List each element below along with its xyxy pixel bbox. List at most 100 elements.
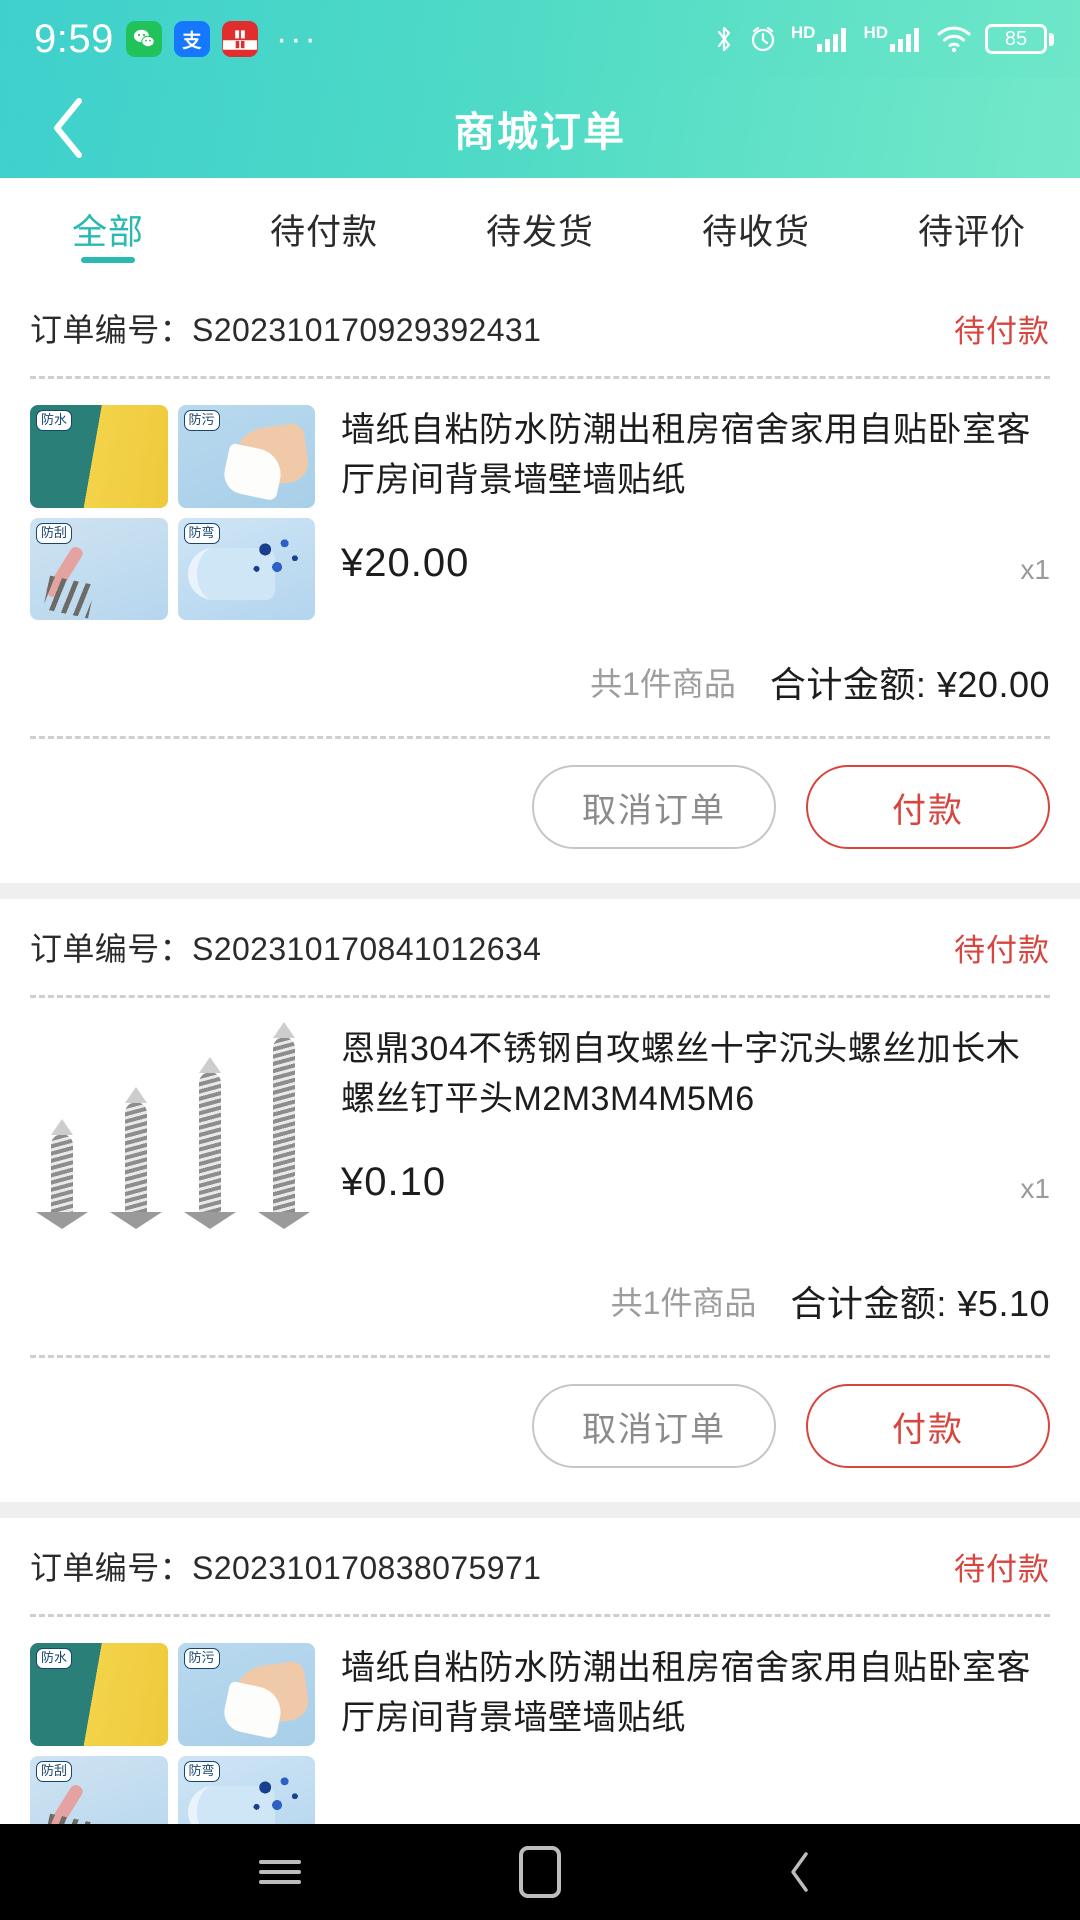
product-price: ¥0.10 — [341, 1160, 447, 1204]
tab-active-underline — [81, 257, 135, 263]
order-summary: 共1件商品 合计金额: ¥20.00 — [30, 630, 1050, 736]
nav-back-button[interactable] — [755, 1827, 845, 1917]
order-list[interactable]: 订单编号：S202310170929392431 待付款 防水 防污 防刮 防弯… — [0, 280, 1080, 1824]
app-header: 商城订单 — [0, 78, 1080, 178]
pay-button[interactable]: 付款 — [806, 765, 1050, 849]
alarm-icon — [751, 26, 774, 52]
product-title: 恩鼎304不锈钢自攻螺丝十字沉头螺丝加长木螺丝钉平头M2M3M4M5M6 — [341, 1030, 1021, 1118]
product-info: 墙纸自粘防水防潮出租房宿舍家用自贴卧室客厅房间背景墙壁墙贴纸 ¥20.00 x1 — [341, 405, 1050, 620]
order-actions: 取消订单 付款 — [30, 1358, 1050, 1502]
summary-total-value: ¥20.00 — [936, 664, 1050, 705]
summary-item-count: 共1件商品 — [590, 666, 736, 702]
order-number-value: S202310170929392431 — [192, 312, 542, 348]
nav-menu-button[interactable] — [235, 1827, 325, 1917]
signal-bars-1-icon — [817, 28, 847, 52]
product-thumbnail[interactable] — [30, 1024, 315, 1239]
wechat-icon — [125, 21, 162, 57]
cancel-order-button[interactable]: 取消订单 — [532, 765, 776, 849]
product-title: 墙纸自粘防水防潮出租房宿舍家用自贴卧室客厅房间背景墙壁墙贴纸 — [341, 411, 1031, 499]
order-actions: 取消订单 付款 — [30, 739, 1050, 883]
thumb-cell-stainproof: 防污 — [177, 405, 315, 508]
order-goods-row[interactable]: 防水 防污 防刮 防弯 墙纸自粘防水防潮出租房宿舍家用自贴卧室客厅房间背景墙壁墙… — [30, 379, 1050, 630]
pay-button[interactable]: 付款 — [806, 1384, 1050, 1468]
thumb-tag-scratchproof: 防刮 — [36, 1760, 73, 1782]
thumb-tag-stainproof: 防污 — [183, 410, 220, 431]
tab-unreviewed[interactable]: 待评价 — [864, 178, 1080, 280]
tab-unpaid[interactable]: 待付款 — [216, 178, 432, 280]
wallpaper-thumb-grid: 防水 防污 防刮 防弯 — [30, 1643, 315, 1824]
dots-shape — [249, 1775, 303, 1820]
tab-unreceived-label: 待收货 — [701, 212, 810, 252]
status-bar: 9:59 支 ▮▮ ▮▮ ··· HD HD 85 — [0, 0, 1080, 78]
red-app-icon: ▮▮ ▮▮ — [221, 21, 258, 57]
screw-head — [35, 1212, 88, 1229]
product-price-row: ¥0.10 x1 — [341, 1160, 1050, 1205]
order-card[interactable]: 订单编号：S202310170841012634 待付款 恩鼎304不锈钢自攻螺… — [0, 899, 1080, 1502]
status-overflow-icon: ··· — [275, 19, 319, 58]
order-card[interactable]: 订单编号：S202310170929392431 待付款 防水 防污 防刮 防弯… — [0, 280, 1080, 883]
summary-total-prefix: 合计金额: — [790, 1283, 958, 1324]
android-nav-bar — [0, 1824, 1080, 1920]
screw-shaft — [198, 1072, 221, 1212]
order-card[interactable]: 订单编号：S202310170838075971 待付款 防水 防污 防刮 防弯… — [0, 1518, 1080, 1824]
order-number: 订单编号：S202310170841012634 — [30, 924, 541, 970]
red-app-sub: ▮▮ — [222, 39, 257, 50]
thumb-cell-waterproof: 防水 — [30, 405, 168, 508]
thumb-cell-scratchproof: 防刮 — [30, 1755, 168, 1824]
status-badge: 待付款 — [954, 932, 1050, 968]
product-title: 墙纸自粘防水防潮出租房宿舍家用自贴卧室客厅房间背景墙壁墙贴纸 — [341, 1649, 1031, 1737]
status-bar-right: HD HD 85 — [713, 23, 1054, 54]
thumb-cell-scratchproof: 防刮 — [30, 517, 168, 620]
order-card-header: 订单编号：S202310170838075971 待付款 — [30, 1518, 1050, 1614]
signal-bars-2-icon — [890, 28, 919, 52]
thumb-cell-stainproof: 防污 — [177, 1643, 315, 1746]
screw-shaft — [50, 1134, 73, 1212]
status-badge: 待付款 — [954, 1551, 1050, 1587]
thumb-tag-stainproof: 防污 — [183, 1648, 220, 1669]
screw-shape — [257, 1037, 310, 1229]
wifi-icon — [937, 26, 971, 53]
order-number-prefix: 订单编号： — [30, 931, 193, 967]
product-thumbnail[interactable]: 防水 防污 防刮 防弯 — [30, 405, 315, 620]
back-icon — [791, 1852, 808, 1892]
tab-unshipped[interactable]: 待发货 — [432, 178, 648, 280]
thumb-cell-bendproof: 防弯 — [177, 1755, 315, 1824]
thumb-tag-scratchproof: 防刮 — [36, 522, 73, 544]
cancel-order-button[interactable]: 取消订单 — [532, 1384, 776, 1468]
tab-unreceived[interactable]: 待收货 — [648, 178, 864, 280]
fork-tines-shape — [42, 575, 96, 618]
summary-total: 合计金额: ¥20.00 — [770, 656, 1050, 708]
battery-cap — [1049, 32, 1054, 46]
thumb-cell-bendproof: 防弯 — [177, 517, 315, 620]
summary-total: 合计金额: ¥5.10 — [790, 1275, 1050, 1327]
product-quantity: x1 — [1020, 554, 1050, 585]
summary-total-prefix: 合计金额: — [769, 664, 937, 705]
product-thumbnail[interactable]: 防水 防污 防刮 防弯 — [30, 1643, 315, 1824]
status-clock: 9:59 — [34, 17, 114, 61]
status-bar-left: 9:59 支 ▮▮ ▮▮ ··· — [34, 19, 319, 59]
alipay-icon: 支 — [173, 21, 210, 57]
screw-shape — [35, 1134, 88, 1229]
tab-all[interactable]: 全部 — [0, 178, 216, 280]
product-info: 恩鼎304不锈钢自攻螺丝十字沉头螺丝加长木螺丝钉平头M2M3M4M5M6 ¥0.… — [341, 1024, 1050, 1239]
order-goods-row[interactable]: 防水 防污 防刮 防弯 墙纸自粘防水防潮出租房宿舍家用自贴卧室客厅房间背景墙壁墙… — [30, 1617, 1050, 1824]
order-card-header: 订单编号：S202310170841012634 待付款 — [30, 899, 1050, 995]
product-price: ¥20.00 — [341, 541, 470, 585]
tab-unpaid-label: 待付款 — [269, 212, 378, 252]
thumb-tag-waterproof: 防水 — [36, 410, 73, 431]
chevron-left-icon — [54, 98, 82, 158]
tab-all-label: 全部 — [71, 212, 144, 252]
product-price-row: ¥20.00 x1 — [341, 541, 1050, 586]
screws-thumb — [30, 1024, 315, 1239]
summary-total-value: ¥5.10 — [957, 1283, 1050, 1324]
nav-home-button[interactable] — [495, 1827, 585, 1917]
order-goods-row[interactable]: 恩鼎304不锈钢自攻螺丝十字沉头螺丝加长木螺丝钉平头M2M3M4M5M6 ¥0.… — [30, 998, 1050, 1249]
order-number-value: S202310170841012634 — [192, 931, 542, 967]
signal-1-group: HD — [791, 23, 851, 53]
tab-unreviewed-label: 待评价 — [917, 212, 1026, 252]
order-card-header: 订单编号：S202310170929392431 待付款 — [30, 280, 1050, 376]
back-button[interactable] — [34, 93, 104, 163]
screw-head — [109, 1212, 162, 1229]
thumb-tag-bendproof: 防弯 — [183, 522, 220, 544]
screw-shape — [183, 1072, 236, 1229]
